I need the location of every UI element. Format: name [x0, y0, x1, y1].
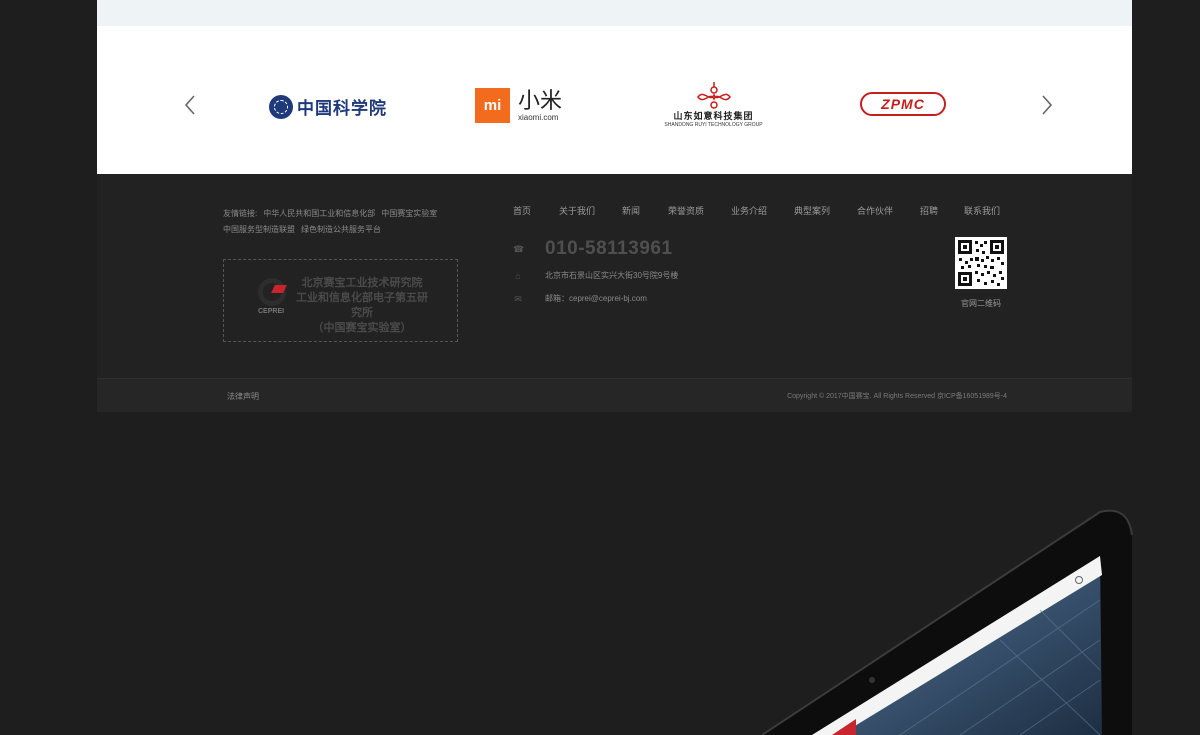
ruyi-en-text: SHANDONG RUYI TECHNOLOGY GROUP	[664, 122, 763, 128]
nav-contact[interactable]: 联系我们	[964, 204, 1014, 217]
nav-about[interactable]: 关于我们	[559, 204, 622, 217]
cas-emblem-icon	[269, 94, 293, 119]
partner-logo-xiaomi[interactable]: mi 小米 xiaomi.com	[475, 88, 562, 123]
content-area-edge	[97, 0, 1132, 26]
nav-business[interactable]: 业务介绍	[731, 204, 794, 217]
xiaomi-en-text: xiaomi.com	[518, 112, 559, 122]
contact-address: ⌂ 北京市石景山区实兴大街30号院9号楼	[513, 270, 678, 281]
partner-logo-cas[interactable]: 中国科学院	[269, 94, 387, 119]
nav-cases[interactable]: 典型案列	[794, 204, 857, 217]
ceprei-line-2: 工业和信息化部电子第五研究所	[296, 292, 428, 319]
ruyi-knot-icon	[696, 82, 731, 109]
nav-home[interactable]: 首页	[513, 204, 559, 217]
copyright-text: Copyright © 2017中国赛宝. All Rights Reserve…	[787, 393, 1007, 400]
friend-link[interactable]: 中国服务型制造联盟	[223, 225, 295, 234]
ceprei-line-1: 北京赛宝工业技术研究院	[301, 277, 423, 289]
nav-partners[interactable]: 合作伙伴	[857, 204, 920, 217]
friend-link[interactable]: 中国赛宝实验室	[381, 209, 437, 218]
chevron-left-icon	[184, 95, 195, 115]
nav-jobs[interactable]: 招聘	[920, 204, 964, 217]
partner-logo-ruyi[interactable]: 山东如意科技集团 SHANDONG RUYI TECHNOLOGY GROUP	[664, 81, 763, 131]
xiaomi-cn-text: 小米	[518, 87, 563, 113]
qr-caption: 官网二维码	[961, 299, 1001, 308]
partner-logo-zpmc[interactable]: ZPMC	[860, 92, 946, 116]
friend-link[interactable]: 绿色制造公共服务平台	[301, 225, 381, 234]
website-footer-mockup: 中国科学院 mi 小米 xiaomi.com 山东如意科技集团 SHANDONG…	[97, 0, 1132, 412]
legal-link[interactable]: 法律声明	[227, 391, 259, 402]
site-footer: 友情链接: 中华人民共和国工业和信息化部 中国赛宝实验室 中国服务型制造联盟 绿色制造…	[97, 174, 1132, 378]
cas-logo-text: 中国科学院	[297, 99, 387, 119]
friend-links: 友情链接: 中华人民共和国工业和信息化部 中国赛宝实验室 中国服务型制造联盟 绿色制造…	[223, 206, 443, 238]
carousel-next-button[interactable]	[1036, 92, 1056, 118]
carousel-prev-button[interactable]	[181, 92, 201, 118]
phone-icon: ☎	[513, 244, 525, 254]
partner-carousel: 中国科学院 mi 小米 xiaomi.com 山东如意科技集团 SHANDONG…	[97, 26, 1132, 174]
xiaomi-mi-icon: mi	[475, 88, 510, 123]
nav-honors[interactable]: 荣誉资质	[668, 204, 731, 217]
copyright-bar: 法律声明 Copyright © 2017中国赛宝. All Rights Re…	[97, 378, 1132, 412]
nav-news[interactable]: 新闻	[622, 204, 668, 217]
qr-code	[955, 237, 1007, 289]
mail-icon: ✉	[514, 293, 522, 304]
address-text: 北京市石景山区实兴大街30号院9号楼	[545, 271, 679, 280]
contact-phone: ☎ 010-58113961	[513, 238, 673, 260]
friend-link[interactable]: 中华人民共和国工业和信息化部	[263, 209, 375, 218]
contact-email: ✉ 邮箱：ceprei@ceprei-bj.com	[513, 293, 647, 304]
ceprei-line-3: （中国赛宝实验室）	[312, 322, 412, 334]
ceprei-abbr: CEPREI	[258, 308, 285, 315]
footer-nav: 首页 关于我们 新闻 荣誉资质 业务介绍 典型案列 合作伙伴 招聘 联系我们	[513, 204, 1014, 217]
chevron-right-icon	[1042, 95, 1053, 115]
location-icon: ⌂	[515, 270, 521, 281]
ceprei-logo-box: CEPREI 北京赛宝工业技术研究院 工业和信息化部电子第五研究所 （中国赛宝实…	[223, 259, 458, 342]
ceprei-emblem-icon	[258, 278, 286, 306]
email-text: 邮箱：ceprei@ceprei-bj.com	[545, 294, 647, 303]
zpmc-logo-text: ZPMC	[881, 96, 925, 112]
phone-number: 010-58113961	[545, 238, 673, 259]
ruyi-cn-text: 山东如意科技集团	[673, 111, 754, 121]
friend-links-label: 友情链接:	[223, 209, 258, 218]
